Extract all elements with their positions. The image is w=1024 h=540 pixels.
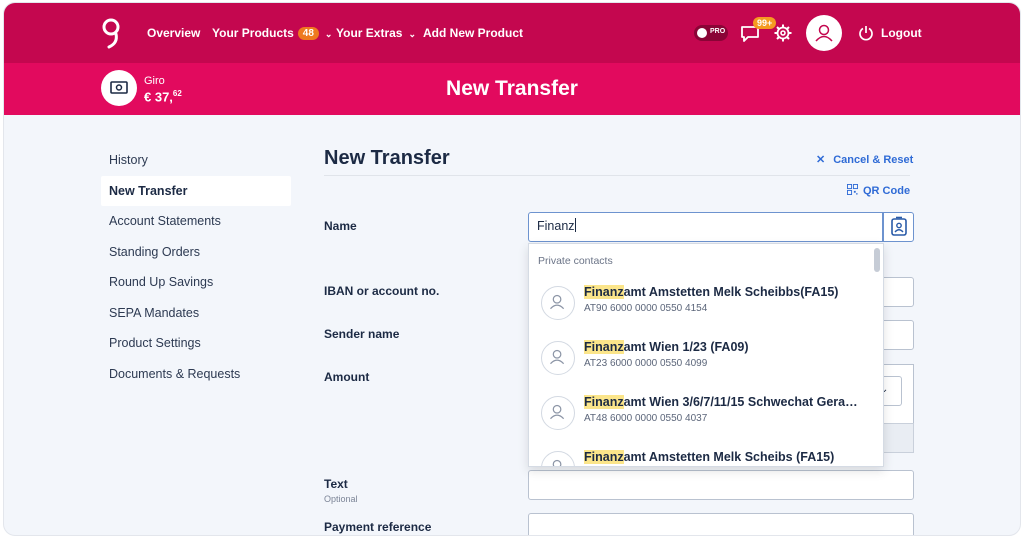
sidebar-item-product-settings[interactable]: Product Settings — [101, 328, 291, 358]
text-caret — [574, 218, 576, 232]
contact-name: Finanzamt Wien 3/6/7/11/15 Schwechat Ger… — [584, 395, 864, 409]
match-highlight: Finanz — [584, 395, 624, 409]
match-highlight: Finanz — [584, 285, 624, 299]
form-title: New Transfer — [324, 147, 450, 169]
nav-your-extras[interactable]: Your Extras ⌄ — [336, 26, 416, 40]
nav-overview[interactable]: Overview — [147, 26, 200, 40]
contact-name-rest: amt Wien 1/23 (FA09) — [623, 340, 749, 354]
dropdown-heading: Private contacts — [538, 255, 613, 267]
contact-suggestions-dropdown: Private contacts Finanzamt Amstetten Mel… — [528, 243, 884, 467]
power-icon[interactable] — [858, 25, 874, 41]
payment-reference-label: Payment reference — [324, 520, 432, 534]
name-label: Name — [324, 219, 357, 233]
contact-option[interactable]: Finanzamt Wien 3/6/7/11/15 Schwechat Ger… — [529, 388, 873, 442]
page-title: New Transfer — [446, 77, 578, 100]
payment-reference-input[interactable] — [528, 513, 914, 535]
contact-name-rest: amt Amstetten Melk Scheibs (FA15) — [623, 450, 835, 464]
sidebar-item-history[interactable]: History — [101, 145, 291, 175]
text-label: Text — [324, 477, 348, 491]
contact-card-icon — [891, 216, 907, 236]
contact-avatar — [541, 451, 575, 466]
cancel-reset-button[interactable]: ✕ Cancel & Reset — [816, 153, 913, 166]
nav-your-products[interactable]: Your Products 48 ⌄ — [212, 26, 332, 40]
user-icon — [550, 294, 565, 310]
sidebar-item-new-transfer[interactable]: New Transfer — [101, 175, 291, 206]
nav-products-label: Your Products — [212, 26, 294, 40]
sidebar: History New Transfer Account Statements … — [101, 145, 291, 389]
contact-picker-button[interactable] — [883, 212, 914, 242]
chevron-down-icon: ⌄ — [324, 29, 333, 39]
contact-option[interactable]: Finanzamt Amstetten Melk Scheibbs(FA15) … — [529, 278, 873, 332]
contact-name: Finanzamt Amstetten Melk Scheibbs(FA15) — [584, 285, 864, 299]
sidebar-item-round-up-savings[interactable]: Round Up Savings — [101, 267, 291, 297]
contact-iban: AT48 6000 0000 0550 4037 — [584, 413, 708, 424]
text-input[interactable] — [528, 470, 914, 500]
name-input-value: Finanz — [537, 219, 575, 233]
sender-name-label: Sender name — [324, 327, 400, 341]
sidebar-item-documents-requests[interactable]: Documents & Requests — [101, 359, 291, 389]
account-header: Giro € 37,62 New Transfer — [4, 63, 1020, 115]
sidebar-item-standing-orders[interactable]: Standing Orders — [101, 237, 291, 267]
text-optional-hint: Optional — [324, 494, 358, 504]
contact-option[interactable]: Finanzamt Amstetten Melk Scheibs (FA15) — [529, 443, 873, 466]
products-count-badge: 48 — [297, 27, 319, 40]
user-icon — [550, 404, 565, 420]
user-avatar[interactable] — [806, 15, 842, 51]
contact-option[interactable]: Finanzamt Wien 1/23 (FA09) AT23 6000 000… — [529, 333, 873, 387]
nav-add-product-label: Add New Product — [423, 26, 524, 40]
contact-avatar — [541, 341, 575, 375]
user-icon — [552, 459, 562, 466]
logout-button[interactable]: Logout — [881, 26, 922, 40]
contact-name: Finanzamt Amstetten Melk Scheibs (FA15) — [584, 450, 864, 464]
qr-code-button[interactable]: QR Code — [847, 184, 910, 197]
brand-logo-icon[interactable] — [100, 17, 122, 49]
iban-label: IBAN or account no. — [324, 284, 440, 298]
pro-toggle[interactable]: PRO — [694, 25, 728, 41]
contact-name-rest: amt Wien 3/6/7/11/15 Schwechat Gerasdorf… — [623, 395, 864, 409]
contact-name: Finanzamt Wien 1/23 (FA09) — [584, 340, 864, 354]
contact-iban: AT23 6000 0000 0550 4099 — [584, 358, 708, 369]
divider — [324, 175, 910, 176]
contact-name-rest: amt Amstetten Melk Scheibbs(FA15) — [623, 285, 839, 299]
sidebar-item-account-statements[interactable]: Account Statements — [101, 206, 291, 236]
name-input[interactable]: Finanz — [528, 212, 883, 242]
top-navigation: Overview Your Products 48 ⌄ Your Extras ⌄ A… — [4, 3, 1020, 63]
contact-avatar — [541, 396, 575, 430]
nav-extras-label: Your Extras — [336, 26, 403, 40]
contact-iban: AT90 6000 0000 0550 4154 — [584, 303, 708, 314]
nav-add-new-product[interactable]: Add New Product — [423, 26, 523, 40]
app-window: Overview Your Products 48 ⌄ Your Extras ⌄ A… — [3, 2, 1021, 536]
messages-badge: 99+ — [753, 17, 777, 29]
match-highlight: Finanz — [584, 450, 624, 464]
user-icon — [815, 24, 833, 42]
qr-code-icon — [847, 184, 858, 195]
gear-icon[interactable] — [774, 24, 792, 42]
user-icon — [550, 349, 565, 365]
toggle-knob — [697, 28, 707, 38]
nav-overview-label: Overview — [147, 26, 201, 40]
sidebar-item-sepa-mandates[interactable]: SEPA Mandates — [101, 298, 291, 328]
match-highlight: Finanz — [584, 340, 624, 354]
contact-avatar — [541, 286, 575, 320]
amount-label: Amount — [324, 370, 370, 384]
qr-code-label: QR Code — [863, 185, 911, 197]
close-icon: ✕ — [816, 154, 826, 166]
chevron-down-icon: ⌄ — [408, 29, 417, 39]
cancel-reset-label: Cancel & Reset — [833, 154, 914, 166]
dropdown-scrollbar[interactable] — [874, 248, 880, 272]
pro-label: PRO — [710, 28, 726, 35]
